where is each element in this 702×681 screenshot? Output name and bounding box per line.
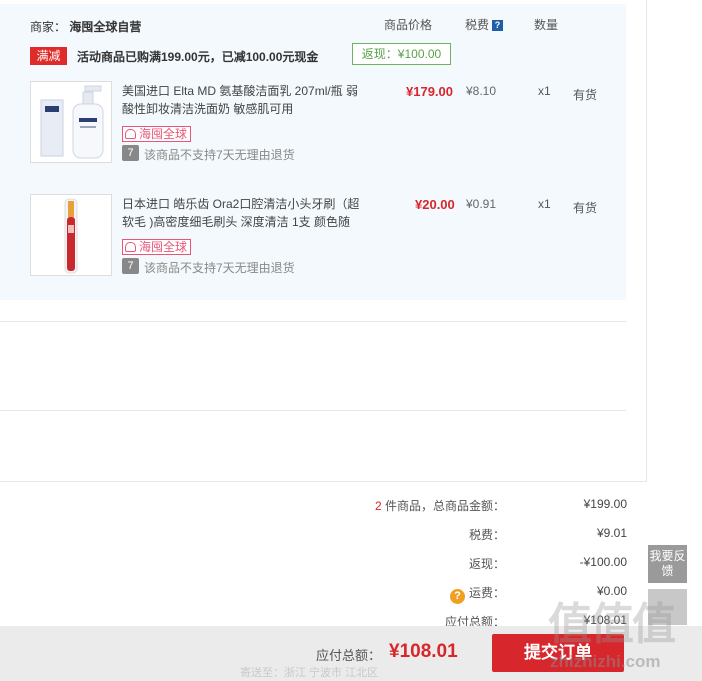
shipping-address-faint: 寄送至：浙江 宁波市 江北区	[240, 667, 379, 679]
pay-total-label: 应付总额：	[316, 648, 382, 663]
column-tax-label: 税费	[465, 18, 490, 32]
shipping-line: ? 运费：	[449, 584, 505, 604]
badge-label: 海囤全球	[139, 240, 188, 254]
watermark-logo: 值值值	[548, 600, 676, 649]
rebate-label: 返现：	[468, 557, 505, 571]
product-name-link[interactable]: 日本进口 皓乐齿 Ora2口腔清洁小头牙刷（超软毛 )高密度细毛刷头 深度清洁 …	[122, 195, 367, 231]
column-tax: 税费?	[465, 16, 504, 33]
global-badge: 海囤全球	[122, 126, 192, 142]
product-name-link[interactable]: 美国进口 Elta MD 氨基酸洁面乳 207ml/瓶 弱酸性卸妆清洁洗面奶 敏…	[122, 82, 367, 118]
merchant-name: 海囤全球自营	[69, 20, 142, 34]
pay-total-amount: ¥108.01	[389, 641, 458, 662]
tax-value: ¥9.01	[596, 526, 627, 540]
summary-count-line: 2 件商品，总商品金额：	[375, 497, 505, 514]
product-image-cleanser[interactable]	[30, 81, 112, 163]
return-policy-text: 该商品不支持7天无理由退货	[144, 261, 295, 275]
item-price: ¥20.00	[415, 197, 455, 212]
global-badge: 海囤全球	[122, 239, 192, 255]
feedback-button[interactable]: 我要反馈	[648, 545, 687, 583]
merchant-label: 商家：	[30, 20, 67, 34]
product-image-toothbrush[interactable]	[30, 194, 112, 276]
item-count: 2	[374, 499, 382, 513]
cleanser-bottle-icon	[40, 85, 104, 159]
item-tax: ¥0.91	[466, 197, 497, 211]
global-shop-icon	[125, 242, 136, 252]
tax-label: 税费：	[468, 528, 505, 542]
item-tax: ¥8.10	[466, 84, 497, 98]
shipping-help-icon[interactable]: ?	[449, 589, 465, 604]
return-policy-text: 该商品不支持7天无理由退货	[144, 148, 295, 162]
divider	[646, 0, 647, 481]
toothbrush-icon	[64, 198, 78, 274]
column-price: 商品价格	[384, 18, 433, 32]
divider	[0, 410, 626, 411]
goods-total-value: ¥199.00	[583, 497, 627, 511]
no-return-icon: 7	[122, 145, 139, 161]
no-return-icon: 7	[122, 258, 139, 274]
divider	[0, 481, 647, 482]
item-qty: x1	[538, 84, 551, 98]
item-qty: x1	[538, 197, 551, 211]
rebate-badge: 返现：¥100.00	[352, 43, 451, 65]
goods-total-label: 件商品，总商品金额：	[381, 499, 505, 513]
help-icon[interactable]: ?	[492, 20, 504, 31]
rebate-value: -¥100.00	[579, 555, 627, 569]
divider	[0, 321, 626, 322]
shipping-label: 运费：	[468, 586, 505, 600]
global-shop-icon	[125, 129, 136, 139]
promo-tag: 满减	[30, 47, 67, 65]
watermark-url: zhizhizhi.com	[550, 652, 661, 671]
badge-label: 海囤全球	[139, 127, 188, 141]
promo-text: 活动商品已购满199.00元，已减100.00元现金	[77, 50, 319, 64]
item-stock: 有货	[573, 201, 598, 215]
item-price: ¥179.00	[406, 84, 453, 99]
item-stock: 有货	[573, 88, 598, 102]
column-qty: 数量	[534, 18, 559, 32]
merchant-line: 商家： 海囤全球自营	[30, 18, 141, 35]
